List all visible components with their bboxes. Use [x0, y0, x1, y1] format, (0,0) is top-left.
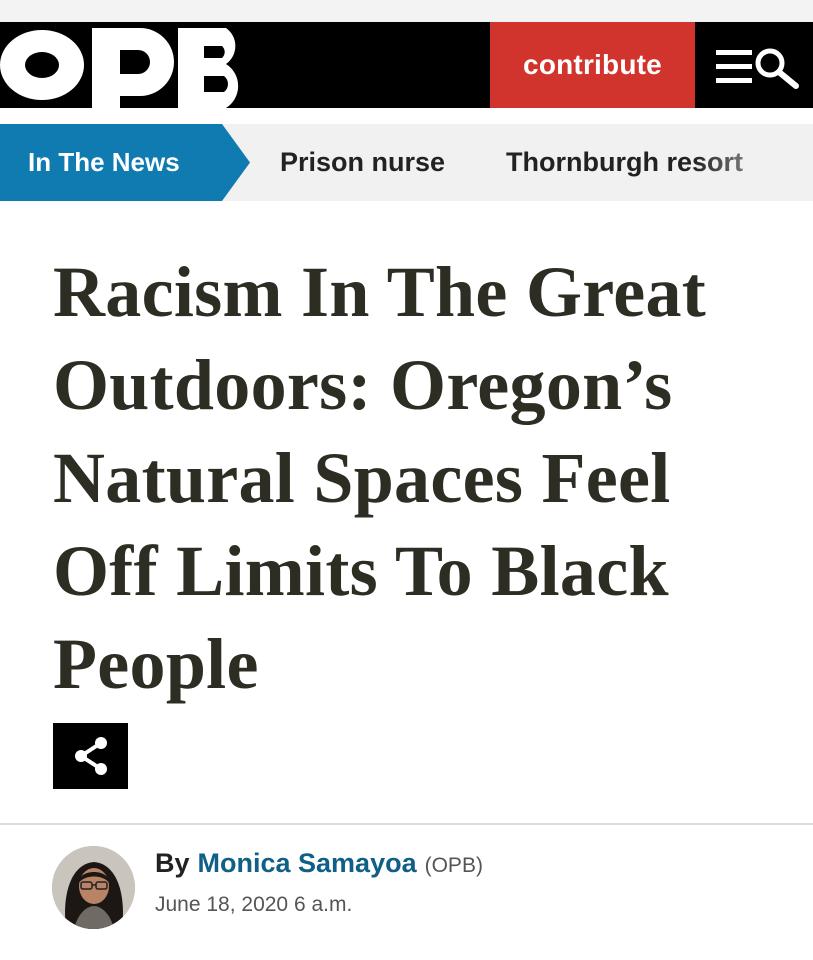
nav-item-prison-nurse[interactable]: Prison nurse	[280, 124, 445, 201]
opb-logo-mark	[0, 28, 239, 108]
publish-date: June 18, 2020 6 a.m.	[155, 893, 353, 916]
article-headline: Racism In The Great Outdoors: Oregon’s N…	[53, 252, 707, 704]
author-avatar[interactable]	[52, 846, 135, 929]
nav-item-thornburgh-resort[interactable]: Thornburgh resort	[506, 124, 743, 201]
share-button[interactable]	[53, 723, 128, 789]
status-strip	[0, 0, 813, 22]
contribute-button[interactable]: contribute	[490, 22, 695, 108]
article-byline: By Monica Samayoa (OPB)	[155, 848, 483, 884]
nav-item-label: In The News	[28, 147, 180, 177]
author-organization: (OPB)	[424, 854, 483, 877]
byline-prefix: By	[155, 848, 190, 878]
author-link[interactable]: Monica Samayoa	[198, 848, 417, 879]
share-icon	[74, 737, 107, 775]
search-icon	[755, 48, 799, 89]
menu-icon	[716, 50, 752, 83]
site-header: contribute	[0, 22, 813, 108]
menu-search-button[interactable]	[712, 40, 804, 92]
nav-item-in-the-news[interactable]: In The News	[0, 124, 250, 201]
topic-nav: In The News Prison nurse Thornburgh reso…	[0, 124, 813, 201]
section-divider	[0, 823, 813, 825]
opb-logo[interactable]	[0, 22, 300, 108]
